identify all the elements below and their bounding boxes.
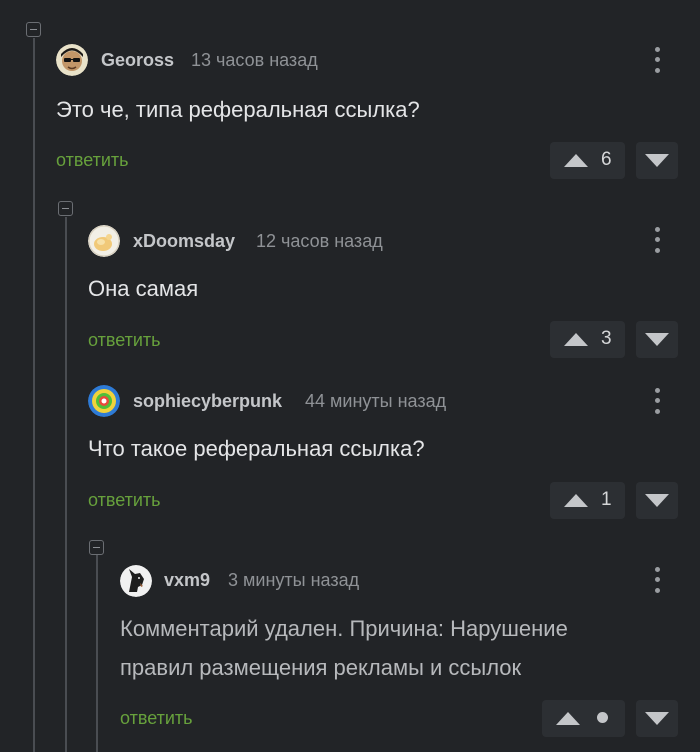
- thread-line: [96, 555, 98, 752]
- upvote-arrow-icon[interactable]: [564, 154, 588, 167]
- rating-box: 1: [550, 482, 625, 519]
- downvote-button[interactable]: [636, 700, 678, 737]
- rating-count: 6: [601, 149, 612, 170]
- reply-link[interactable]: ответить: [88, 330, 161, 351]
- timestamp: 13 часов назад: [191, 50, 318, 70]
- kebab-menu-icon[interactable]: [654, 567, 660, 595]
- comment-text: Она самая: [88, 276, 199, 301]
- username[interactable]: xDoomsday: [133, 231, 235, 252]
- downvote-button[interactable]: [636, 321, 678, 358]
- timestamp: 3 минуты назад: [228, 570, 360, 590]
- kebab-menu-icon[interactable]: [654, 227, 660, 255]
- avatar[interactable]: [88, 225, 120, 257]
- thread-line: [33, 38, 35, 752]
- avatar-image-vxm9: [120, 565, 152, 597]
- avatar-image-xdoomsday: [88, 225, 120, 257]
- downvote-arrow-icon: [645, 494, 669, 507]
- reply-link[interactable]: ответить: [56, 150, 129, 171]
- timestamp: 44 минуты назад: [305, 391, 447, 411]
- kebab-menu-icon[interactable]: [654, 47, 660, 75]
- avatar[interactable]: [120, 565, 152, 597]
- deleted-comment-text-line-2: правил размещения рекламы и ссылок: [120, 655, 522, 680]
- avatar-image-sophiecyberpunk: [88, 385, 120, 417]
- upvote-arrow-icon[interactable]: [556, 712, 580, 725]
- username[interactable]: vxm9: [164, 570, 210, 591]
- rating-box: 3: [550, 321, 625, 358]
- comment-text: Что такое реферальная ссылка?: [88, 436, 425, 461]
- rating-box: 6: [550, 142, 625, 179]
- avatar[interactable]: [56, 44, 88, 76]
- rating-count: 1: [601, 489, 612, 510]
- username[interactable]: sophiecyberpunk: [133, 391, 282, 412]
- rating-box: [542, 700, 625, 737]
- hidden-rating-dot-icon: [597, 712, 608, 723]
- kebab-menu-icon[interactable]: [654, 388, 660, 416]
- upvote-arrow-icon[interactable]: [564, 494, 588, 507]
- timestamp: 12 часов назад: [256, 231, 383, 251]
- deleted-comment-text-line-1: Комментарий удален. Причина: Нарушение: [120, 616, 568, 641]
- collapse-thread-icon[interactable]: [58, 201, 73, 216]
- collapse-thread-icon[interactable]: [89, 540, 104, 555]
- upvote-arrow-icon[interactable]: [564, 333, 588, 346]
- username[interactable]: Geoross: [101, 50, 174, 71]
- comment-text: Это че, типа реферальная ссылка?: [56, 97, 420, 122]
- downvote-arrow-icon: [645, 712, 669, 725]
- avatar[interactable]: [88, 385, 120, 417]
- rating-count: 3: [601, 328, 612, 349]
- downvote-button[interactable]: [636, 482, 678, 519]
- reply-link[interactable]: ответить: [88, 490, 161, 511]
- avatar-image-geoross: [56, 44, 88, 76]
- downvote-arrow-icon: [645, 333, 669, 346]
- thread-line: [65, 217, 67, 752]
- downvote-arrow-icon: [645, 154, 669, 167]
- reply-link[interactable]: ответить: [120, 708, 193, 729]
- downvote-button[interactable]: [636, 142, 678, 179]
- collapse-thread-icon[interactable]: [26, 22, 41, 37]
